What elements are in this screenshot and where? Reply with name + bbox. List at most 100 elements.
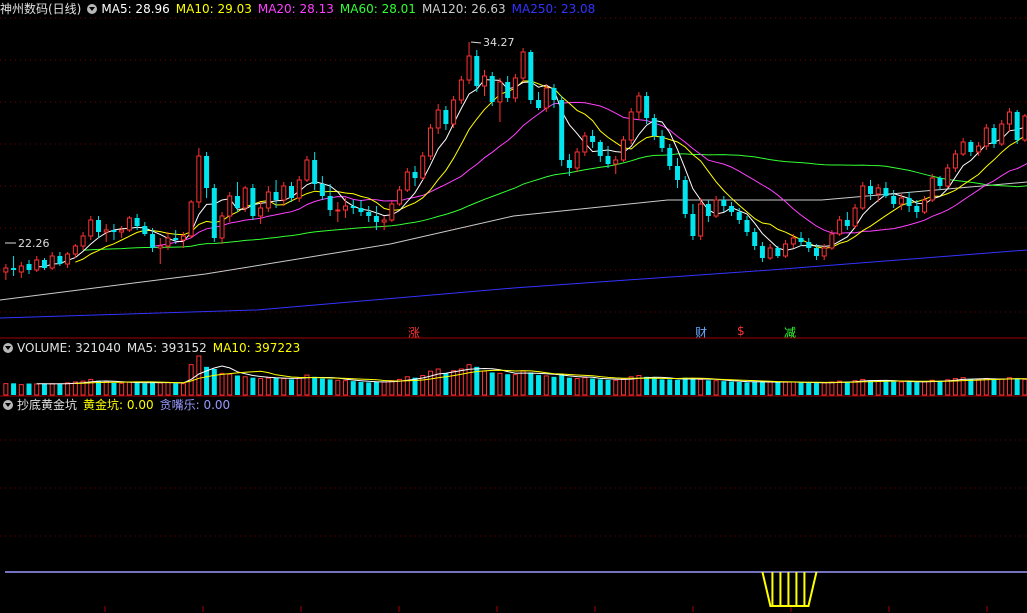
- volume-bar-up: [381, 381, 387, 396]
- candle-body-up: [790, 237, 796, 245]
- ma10-line: [75, 80, 1027, 263]
- candle-body-up: [582, 135, 588, 153]
- candle-body-down: [798, 238, 804, 242]
- candle-body-down: [991, 128, 997, 144]
- candle-body-up: [628, 111, 634, 141]
- candle-body-up: [126, 217, 132, 231]
- candle-body-up: [636, 95, 642, 113]
- candle-body-up: [783, 243, 789, 257]
- volume-bar-down: [968, 378, 974, 395]
- candle-body-down: [590, 136, 596, 142]
- candle-body-down: [559, 100, 565, 160]
- candle-body-up: [304, 159, 310, 181]
- candle-body-down: [489, 76, 495, 102]
- volume-bar-up: [1006, 377, 1012, 396]
- candle-body-down: [690, 214, 696, 236]
- candle-body-up: [242, 187, 248, 209]
- volume-bar-down: [358, 382, 364, 395]
- candle-body-up: [852, 207, 858, 227]
- candle-body-up: [296, 179, 302, 199]
- volume-bar-down: [150, 382, 156, 395]
- volume-bar-up: [837, 380, 843, 396]
- candle-body-up: [922, 199, 928, 213]
- kline-chart[interactable]: 34.27 22.26: [0, 0, 1027, 613]
- candle-body-down: [667, 148, 673, 166]
- candle-body-up: [65, 253, 71, 265]
- candle-body-up: [574, 151, 580, 169]
- volume-bar-up: [242, 376, 248, 396]
- candle-body-down: [968, 142, 974, 152]
- candle-body-up: [88, 219, 94, 237]
- volume-bar-down: [644, 376, 650, 395]
- candle-body-down: [914, 206, 920, 212]
- volume-bar-down: [744, 382, 750, 395]
- candle-body-down: [250, 188, 256, 216]
- candle-body-up: [999, 123, 1005, 145]
- candle-body-up: [72, 245, 78, 255]
- candle-body-up: [427, 127, 433, 157]
- candle-body-down: [605, 156, 611, 164]
- volume-bar-up: [790, 381, 796, 396]
- candle-body-down: [358, 208, 364, 212]
- candle-body-down: [675, 166, 680, 180]
- volume-ma10-line: [75, 369, 1027, 384]
- candle-body-up: [1022, 115, 1027, 141]
- volume-bar-down: [173, 383, 179, 395]
- candle-body-up: [119, 229, 125, 233]
- candle-body-up: [227, 195, 233, 217]
- volume-bar-up: [49, 383, 55, 396]
- volume-bar-up: [783, 381, 789, 396]
- candle-body-up: [458, 79, 464, 101]
- candle-body-up: [188, 201, 194, 237]
- candle-body-up: [497, 81, 503, 103]
- volume-bar-up: [698, 378, 704, 396]
- low-price-label: 22.26: [18, 237, 50, 250]
- volume-bar-up: [929, 379, 935, 396]
- high-pointer: [471, 41, 482, 44]
- indicator-panel: [5, 571, 1027, 607]
- volume-bar-down: [366, 382, 372, 395]
- candle-body-down: [211, 188, 217, 238]
- candle-body-down: [443, 110, 449, 124]
- candle-body-down: [759, 246, 765, 258]
- candle-body-up: [1006, 111, 1012, 125]
- candle-body-down: [775, 248, 781, 256]
- grid-lines: [0, 17, 1027, 612]
- volume-bar-down: [211, 369, 217, 395]
- volume-bar-down: [273, 377, 279, 395]
- candle-body-up: [821, 247, 827, 257]
- volume-bar-down: [250, 377, 256, 395]
- volume-bar-up: [65, 382, 71, 396]
- volume-bar-down: [536, 375, 542, 395]
- candle-body-up: [952, 153, 958, 169]
- candle-body-down: [906, 198, 912, 206]
- candle-body-up: [435, 109, 441, 129]
- candle-body-up: [103, 229, 109, 233]
- volume-bar-down: [234, 375, 240, 395]
- volume-bar-down: [57, 384, 63, 395]
- volume-bar-up: [458, 368, 464, 396]
- candle-body-up: [420, 155, 426, 179]
- candle-body-up: [343, 205, 349, 211]
- volume-bar-up: [852, 380, 858, 396]
- candle-body-up: [929, 177, 935, 201]
- candle-body-up: [165, 237, 171, 247]
- candle-body-up: [18, 265, 24, 273]
- volume-bar-up: [219, 372, 225, 396]
- candle-body-up: [80, 235, 86, 247]
- volume-bar-up: [451, 370, 457, 396]
- volume-bar-up: [620, 378, 626, 396]
- candle-body-down: [142, 226, 148, 234]
- candle-body-down: [651, 118, 657, 136]
- candle-body-down: [682, 180, 688, 214]
- volume-bar-down: [775, 382, 781, 395]
- candle-body-up: [389, 203, 395, 221]
- volume-bar-down: [566, 377, 572, 395]
- volume-bar-down: [891, 381, 897, 395]
- volume-bar-down: [705, 380, 711, 395]
- candle-body-down: [736, 212, 742, 220]
- candle-body-down: [752, 232, 758, 246]
- candle-body-up: [620, 139, 626, 161]
- candle-body-up: [767, 247, 773, 259]
- candle-body-down: [289, 186, 294, 198]
